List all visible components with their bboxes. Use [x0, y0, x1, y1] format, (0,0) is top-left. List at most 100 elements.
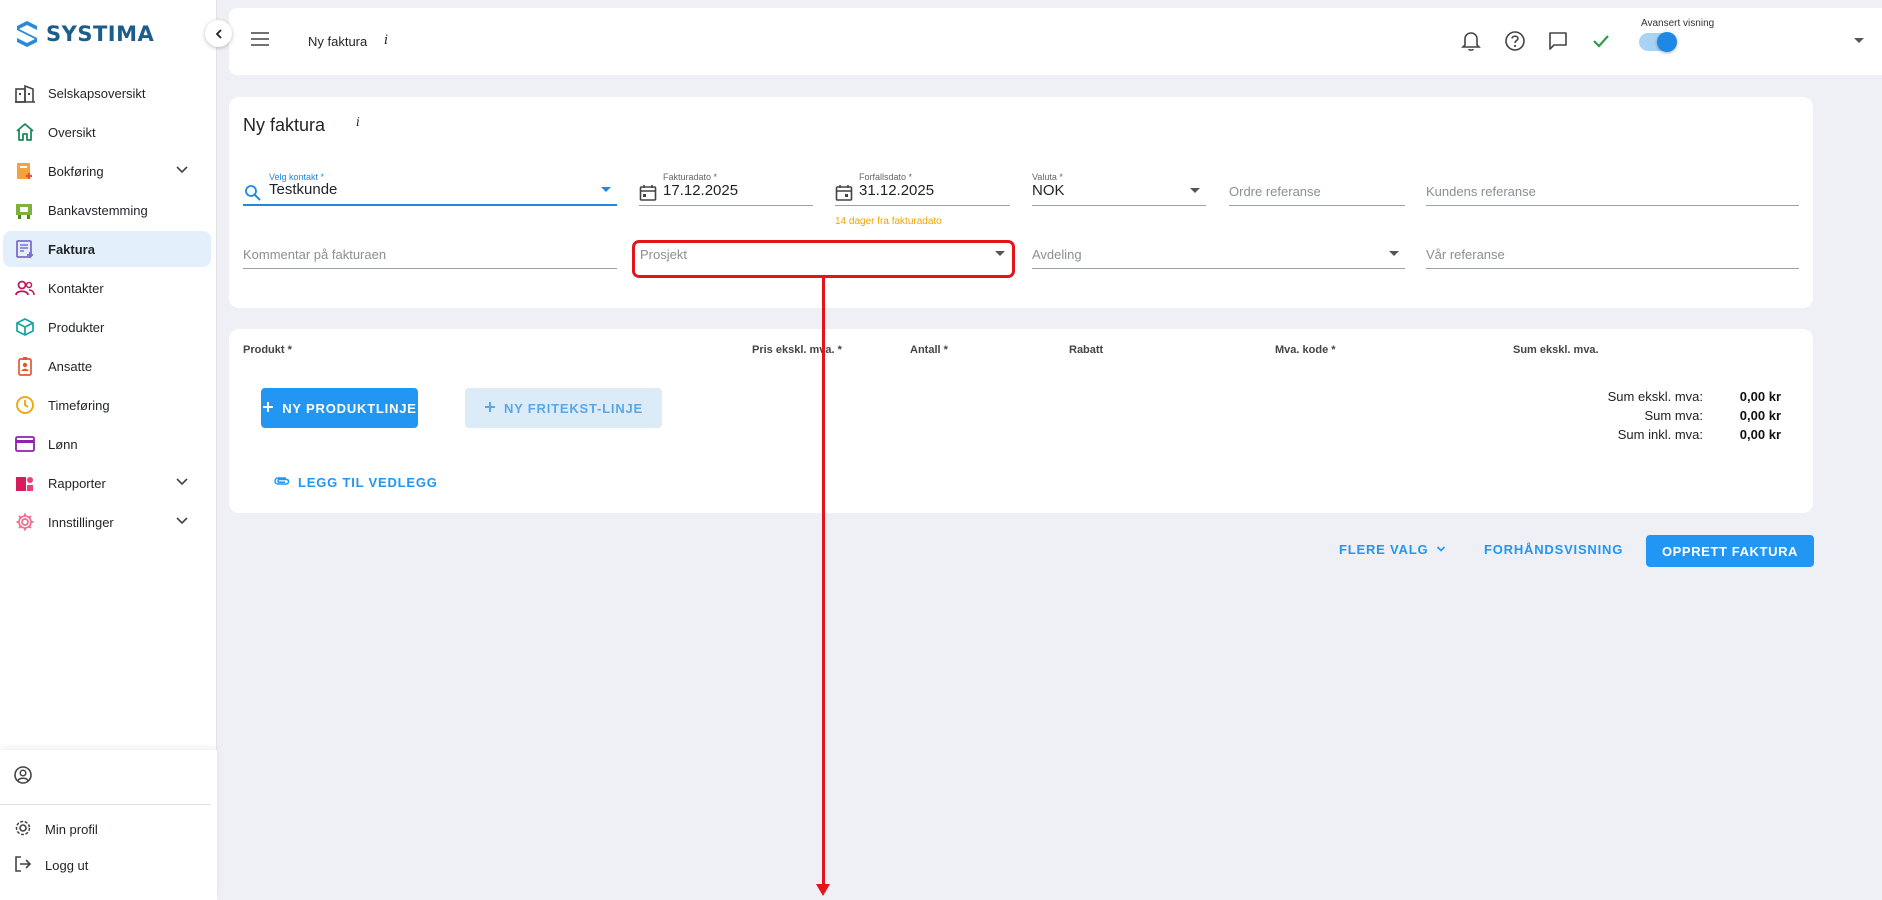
- due-date-label: Forfallsdato *: [859, 172, 913, 182]
- invoice-date-field[interactable]: Fakturadato * 17.12.2025: [639, 172, 813, 206]
- chevron-left-icon: [215, 28, 222, 39]
- topbar: Ny faktura i Avansert visning: [229, 8, 1882, 75]
- new-freetext-line-button[interactable]: NY FRITEKST-LINJE: [465, 388, 662, 428]
- department-select[interactable]: Avdeling: [1032, 235, 1405, 269]
- sidebar-item-label: Bokføring: [48, 163, 104, 179]
- app-name: SYSTIMA: [46, 22, 155, 46]
- create-invoice-label: OPPRETT FAKTURA: [1661, 543, 1799, 559]
- sum-value: 0,00 kr: [1739, 427, 1781, 442]
- calendar-icon: [639, 184, 657, 207]
- calendar-icon: [835, 184, 853, 207]
- sidebar-item-label: Rapporter: [48, 475, 106, 491]
- sidebar-item-label: Oversikt: [48, 124, 96, 140]
- advanced-view-toggle[interactable]: [1639, 32, 1677, 52]
- sidebar-item-oversikt[interactable]: Oversikt: [3, 114, 211, 150]
- sidebar-item-bokforing[interactable]: Bokføring: [3, 153, 211, 189]
- customer-reference-placeholder: Kundens referanse: [1426, 184, 1536, 199]
- bookkeeping-icon: [13, 159, 37, 183]
- min-profil-label: Min profil: [45, 821, 98, 837]
- sidebar-item-label: Bankavstemming: [48, 202, 148, 218]
- column-header-discount: Rabatt: [1069, 344, 1104, 356]
- help-icon[interactable]: [1504, 30, 1526, 57]
- invoice-title: Ny faktura: [243, 115, 326, 135]
- new-product-line-label: NY PRODUKTLINJE: [282, 400, 417, 416]
- comment-placeholder: Kommentar på fakturaen: [243, 247, 387, 262]
- add-attachment-button[interactable]: LEGG TIL VEDLEGG: [273, 475, 438, 490]
- plus-icon: [484, 401, 496, 416]
- preview-label: FORHÅNDSVISNING: [1484, 542, 1624, 557]
- payroll-card-icon: [13, 432, 37, 456]
- sum-label: Sum inkl. mva:: [1617, 427, 1703, 442]
- sidebar-item-faktura[interactable]: Faktura: [3, 231, 211, 267]
- invoice-comment-field[interactable]: Kommentar på fakturaen: [243, 235, 617, 269]
- menu-icon[interactable]: [251, 32, 269, 51]
- create-invoice-button[interactable]: OPPRETT FAKTURA: [1646, 535, 1814, 567]
- account-circle-icon: [13, 765, 33, 790]
- chevron-down-icon[interactable]: [175, 475, 189, 494]
- our-reference-field[interactable]: Vår referanse: [1426, 235, 1799, 269]
- caret-down-icon[interactable]: [1854, 38, 1864, 43]
- department-placeholder: Avdeling: [1032, 247, 1082, 262]
- logout-link[interactable]: Logg ut: [0, 847, 217, 883]
- sidebar-item-label: Selskapsoversikt: [48, 85, 146, 101]
- sidebar-item-ansatte[interactable]: Ansatte: [3, 348, 211, 384]
- sum-row: Sum inkl. mva: 0,00 kr: [1583, 427, 1781, 446]
- advanced-view-label: Avansert visning: [1641, 18, 1715, 29]
- customer-reference-field[interactable]: Kundens referanse: [1426, 172, 1799, 206]
- currency-value: NOK: [1032, 182, 1065, 199]
- systima-logo[interactable]: SYSTIMA: [16, 20, 154, 48]
- info-icon[interactable]: i: [384, 33, 388, 48]
- notification-bell-icon[interactable]: [1461, 30, 1481, 57]
- column-header-sum: Sum ekskl. mva.: [1513, 344, 1599, 356]
- caret-down-icon: [601, 187, 611, 192]
- new-product-line-button[interactable]: NY PRODUKTLINJE: [261, 388, 418, 428]
- column-header-vat-code: Mva. kode *: [1275, 344, 1336, 356]
- contacts-icon: [13, 276, 37, 300]
- chevron-down-icon[interactable]: [175, 514, 189, 533]
- sidebar-item-innstillinger[interactable]: Innstillinger: [3, 504, 211, 540]
- sidebar-item-lonn[interactable]: Lønn: [3, 426, 211, 462]
- chat-icon[interactable]: [1547, 30, 1569, 57]
- sum-label: Sum ekskl. mva:: [1607, 389, 1703, 404]
- gear-icon: [13, 818, 33, 841]
- caret-down-icon: [1190, 188, 1200, 193]
- clock-icon: [13, 393, 37, 417]
- user-account[interactable]: [0, 750, 211, 805]
- sidebar-item-selskapsoversikt[interactable]: Selskapsoversikt: [3, 75, 211, 111]
- sum-value: 0,00 kr: [1739, 408, 1781, 423]
- sidebar-item-label: Ansatte: [48, 358, 93, 374]
- collapse-sidebar-button[interactable]: [205, 20, 232, 47]
- more-options-button[interactable]: FLERE VALG: [1339, 542, 1446, 557]
- search-icon: [244, 184, 262, 207]
- sum-value: 0,00 kr: [1739, 389, 1781, 404]
- check-icon[interactable]: [1591, 30, 1611, 57]
- product-box-icon: [13, 315, 37, 339]
- min-profil-link[interactable]: Min profil: [0, 811, 217, 847]
- employee-badge-icon: [13, 354, 37, 378]
- sidebar-item-produkter[interactable]: Produkter: [3, 309, 211, 345]
- currency-select[interactable]: Valuta * NOK: [1032, 172, 1206, 206]
- project-select[interactable]: Prosjekt: [637, 235, 1011, 269]
- order-reference-field[interactable]: Ordre referanse: [1229, 172, 1405, 206]
- sidebar-item-label: Timeføring: [48, 397, 110, 413]
- due-date-field[interactable]: Forfallsdato * 31.12.2025: [835, 172, 1010, 206]
- page-title: Ny faktura: [308, 34, 368, 49]
- chevron-down-icon[interactable]: [175, 163, 189, 182]
- sidebar-item-timeforing[interactable]: Timeføring: [3, 387, 211, 423]
- new-freetext-line-label: NY FRITEKST-LINJE: [503, 400, 644, 416]
- logout-icon: [13, 854, 33, 877]
- logout-label: Logg ut: [45, 857, 89, 873]
- sidebar-item-rapporter[interactable]: Rapporter: [3, 465, 211, 501]
- sidebar: SYSTIMA Selskapsoversikt Oversikt Bokfør…: [0, 0, 217, 900]
- sidebar-item-bankavstemming[interactable]: Bankavstemming: [3, 192, 211, 228]
- sidebar-item-kontakter[interactable]: Kontakter: [3, 270, 211, 306]
- reports-icon: [13, 471, 37, 495]
- due-date-hint: 14 dager fra fakturadato: [835, 216, 942, 227]
- sidebar-item-label: Kontakter: [48, 280, 104, 296]
- company-building-icon: [13, 81, 37, 105]
- info-icon[interactable]: i: [356, 115, 360, 129]
- invoice-form-card: Ny faktura i Velg kontakt * Testkunde Fa…: [229, 97, 1813, 308]
- preview-button[interactable]: FORHÅNDSVISNING: [1484, 542, 1623, 557]
- plus-icon: [262, 401, 274, 416]
- contact-select[interactable]: Velg kontakt * Testkunde: [243, 172, 617, 206]
